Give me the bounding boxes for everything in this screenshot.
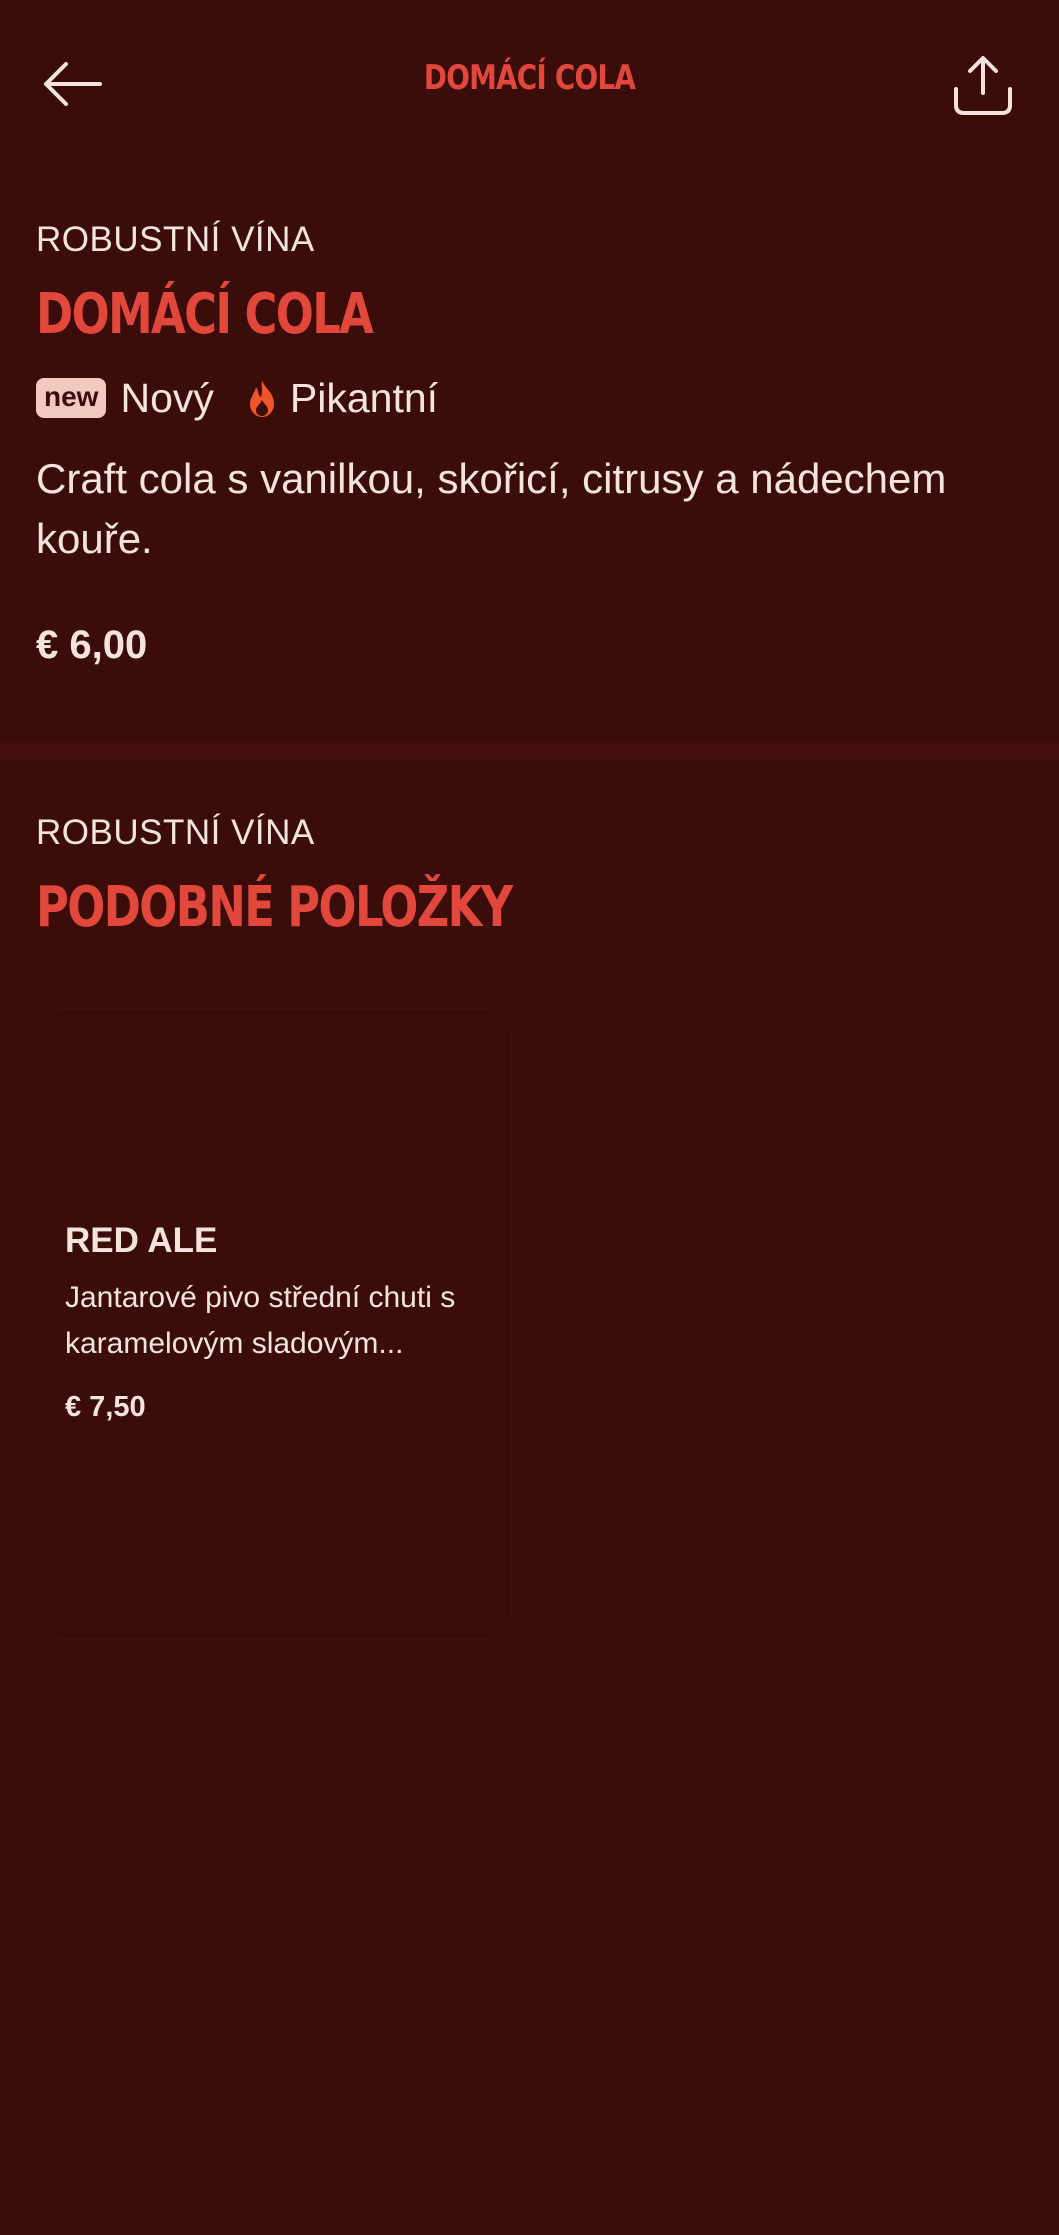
similar-items-section: ROBUSTNÍ VÍNA PODOBNÉ POLOŽKY bbox=[36, 813, 1026, 940]
header-title: DOMÁCÍ COLA bbox=[423, 58, 636, 98]
card-description: Jantarové pivo střední chuti s karamelov… bbox=[65, 1281, 456, 1360]
share-icon bbox=[954, 56, 1012, 115]
tag-spicy-label: Pikantní bbox=[289, 374, 439, 421]
item-description: Craft cola s vanilkou, skořicí, citrusy … bbox=[36, 455, 947, 562]
tag-new-label: Nový bbox=[120, 374, 214, 421]
section-divider bbox=[0, 742, 1059, 760]
item-category: ROBUSTNÍ VÍNA bbox=[36, 220, 315, 259]
similar-title: PODOBNÉ POLOŽKY bbox=[36, 875, 513, 940]
share-button[interactable] bbox=[943, 46, 1023, 126]
card-price: € 7,50 bbox=[65, 1391, 146, 1423]
item-tags: new Nový Pikantní bbox=[36, 373, 1026, 423]
similar-item-card[interactable]: RED ALE Jantarové pivo střední chuti s k… bbox=[36, 1008, 512, 1640]
arrow-left-icon bbox=[44, 62, 102, 106]
similar-category: ROBUSTNÍ VÍNA bbox=[36, 813, 315, 852]
top-bar: DOMÁCÍ COLA bbox=[0, 0, 1059, 170]
fire-icon bbox=[249, 380, 274, 417]
item-title: DOMÁCÍ COLA bbox=[36, 282, 374, 347]
new-badge: new bbox=[36, 378, 107, 418]
item-details: ROBUSTNÍ VÍNA DOMÁCÍ COLA new Nový Pikan… bbox=[36, 220, 1026, 668]
item-price: € 6,00 bbox=[36, 623, 148, 667]
card-name: RED ALE bbox=[65, 1221, 218, 1260]
